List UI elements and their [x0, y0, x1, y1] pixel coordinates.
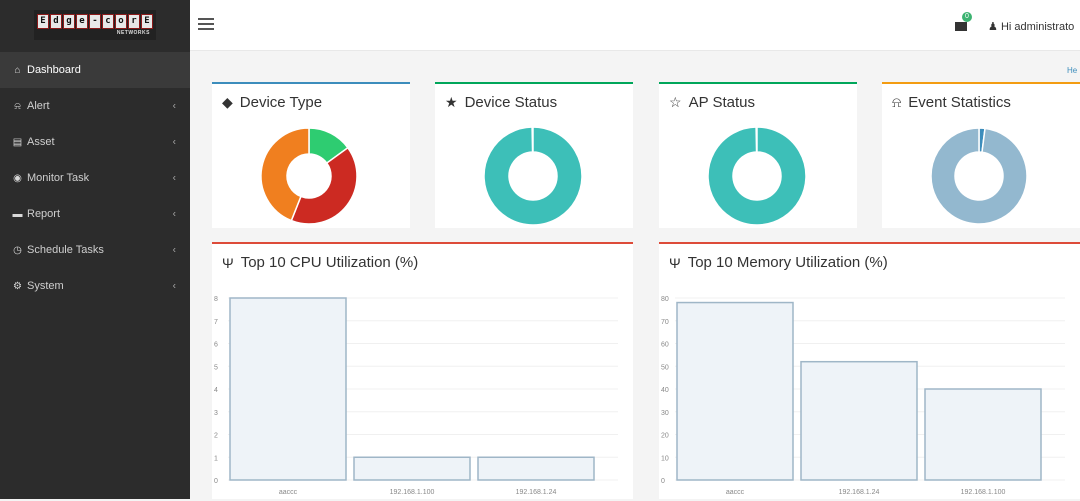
chevron-left-icon: ‹	[172, 100, 176, 112]
y-tick-label: 5	[214, 364, 218, 371]
y-tick-label: 7	[214, 319, 218, 326]
x-tick-label: aaccc	[279, 489, 298, 496]
sidebar-item-label: Asset	[27, 136, 55, 148]
dashboard-icon: ⌂	[14, 64, 21, 76]
sidebar-item-report[interactable]: ▬ Report ‹	[0, 196, 190, 232]
messages-icon[interactable]	[955, 22, 967, 31]
cpu-utilization-chart: 0 1 2 3 4 5 6 7 8 aaccc 192.168.1.100 192.168.1.24	[214, 296, 618, 496]
logo-subtitle: NETWORKS	[116, 30, 150, 36]
sidebar-item-system[interactable]: ⚙ System ‹	[0, 268, 190, 304]
y-tick-label: 6	[214, 342, 218, 349]
ap-status-donut[interactable]	[659, 84, 859, 230]
brand-logo[interactable]: Edge-corE NETWORKS	[34, 10, 156, 40]
y-tick-label: 80	[661, 296, 669, 303]
memory-utilization-chart: 0 10 20 30 40 50 60 70 80 aaccc 192.168.1.24 192.16…	[661, 296, 1065, 496]
sidebar-item-alert[interactable]: ⍾ Alert ‹	[0, 88, 190, 124]
y-tick-label: 40	[661, 387, 669, 394]
x-tick-label: aaccc	[726, 489, 745, 496]
y-tick-label: 1	[214, 455, 218, 462]
clock-icon: ◷	[13, 244, 22, 256]
bar[interactable]	[477, 456, 595, 481]
donut-slice[interactable]	[930, 127, 1028, 225]
logo-letter: r	[128, 14, 140, 29]
x-tick-label: 192.168.1.24	[839, 489, 880, 496]
sidebar-item-label: Schedule Tasks	[27, 244, 104, 256]
sidebar-item-label: Report	[27, 208, 61, 220]
logo-letter: E	[141, 14, 153, 29]
bar[interactable]	[924, 388, 1042, 481]
bell-icon: ⍾	[14, 100, 21, 112]
bar[interactable]	[353, 456, 471, 481]
ap-status-card: ☆ AP Status	[659, 82, 857, 228]
sidebar-nav: ⌂ Dashboard ⍾ Alert ‹ ▤ Asset ‹ ◉ Monitor Task ‹ ▬ R…	[0, 52, 190, 304]
device-status-donut[interactable]	[435, 84, 635, 230]
event-statistics-donut[interactable]	[882, 84, 1080, 230]
y-tick-label: 3	[214, 410, 218, 417]
x-tick-label: 192.168.1.100	[961, 489, 1006, 496]
logo-letter: g	[63, 14, 75, 29]
logo-letter: -	[89, 14, 101, 29]
memory-utilization-card: Ψ Top 10 Memory Utilization (%) 0 10 20 30 40…	[659, 242, 1080, 499]
chevron-left-icon: ‹	[172, 244, 176, 256]
help-link[interactable]: He	[1067, 66, 1077, 75]
y-tick-label: 4	[214, 387, 218, 394]
device-type-donut[interactable]	[212, 84, 412, 230]
logo-letter: c	[102, 14, 114, 29]
eye-icon: ◉	[13, 172, 22, 184]
donut-slice[interactable]	[483, 126, 583, 226]
folder-icon: ▬	[12, 208, 23, 220]
sidebar-item-asset[interactable]: ▤ Asset ‹	[0, 124, 190, 160]
y-tick-label: 0	[214, 478, 218, 485]
top-bar: 0 ♟ Hi administrato	[190, 0, 1080, 51]
asset-icon: ▤	[12, 136, 23, 148]
messages-badge: 0	[962, 12, 972, 22]
y-tick-label: 0	[661, 478, 665, 485]
y-tick-label: 30	[661, 410, 669, 417]
sidebar-item-schedule-tasks[interactable]: ◷ Schedule Tasks ‹	[0, 232, 190, 268]
sidebar-item-dashboard[interactable]: ⌂ Dashboard	[0, 52, 190, 88]
cpu-utilization-card: Ψ Top 10 CPU Utilization (%) 0 1 2 3 4 5 6 7 8 aac…	[212, 242, 633, 499]
sidebar-item-label: System	[27, 280, 64, 292]
y-tick-label: 70	[661, 319, 669, 326]
logo-letter: E	[37, 14, 49, 29]
donut-slice[interactable]	[707, 126, 807, 226]
logo-letter: o	[115, 14, 127, 29]
y-tick-label: 50	[661, 364, 669, 371]
menu-toggle-icon[interactable]	[198, 18, 214, 30]
logo-letter: d	[50, 14, 62, 29]
event-statistics-card: ⍾ Event Statistics	[882, 82, 1080, 228]
user-icon: ♟	[988, 21, 998, 33]
chevron-left-icon: ‹	[172, 136, 176, 148]
y-tick-label: 2	[214, 433, 218, 440]
x-tick-label: 192.168.1.24	[516, 489, 557, 496]
y-tick-label: 8	[214, 296, 218, 303]
sidebar: Edge-corE NETWORKS ⌂ Dashboard ⍾ Alert ‹ ▤ Ass…	[0, 0, 190, 499]
logo-letters: Edge-corE	[37, 14, 153, 29]
chevron-left-icon: ‹	[172, 172, 176, 184]
logo-letter: e	[76, 14, 88, 29]
chevron-left-icon: ‹	[172, 280, 176, 292]
chevron-left-icon: ‹	[172, 208, 176, 220]
y-tick-label: 60	[661, 342, 669, 349]
sidebar-item-label: Dashboard	[27, 64, 81, 76]
user-label: Hi administrato	[1000, 21, 1075, 33]
y-tick-label: 10	[661, 455, 669, 462]
cogs-icon: ⚙	[13, 280, 22, 292]
sidebar-item-label: Alert	[27, 100, 50, 112]
bar[interactable]	[229, 297, 347, 481]
sidebar-item-monitor-task[interactable]: ◉ Monitor Task ‹	[0, 160, 190, 196]
user-menu[interactable]: ♟ Hi administrato	[988, 20, 1074, 33]
x-tick-label: 192.168.1.100	[390, 489, 435, 496]
bar[interactable]	[800, 360, 918, 481]
sidebar-item-label: Monitor Task	[27, 172, 90, 184]
bar[interactable]	[676, 301, 794, 481]
device-type-card: ◆ Device Type	[212, 82, 410, 228]
device-status-card: ★ Device Status	[435, 82, 633, 228]
y-tick-label: 20	[661, 433, 669, 440]
